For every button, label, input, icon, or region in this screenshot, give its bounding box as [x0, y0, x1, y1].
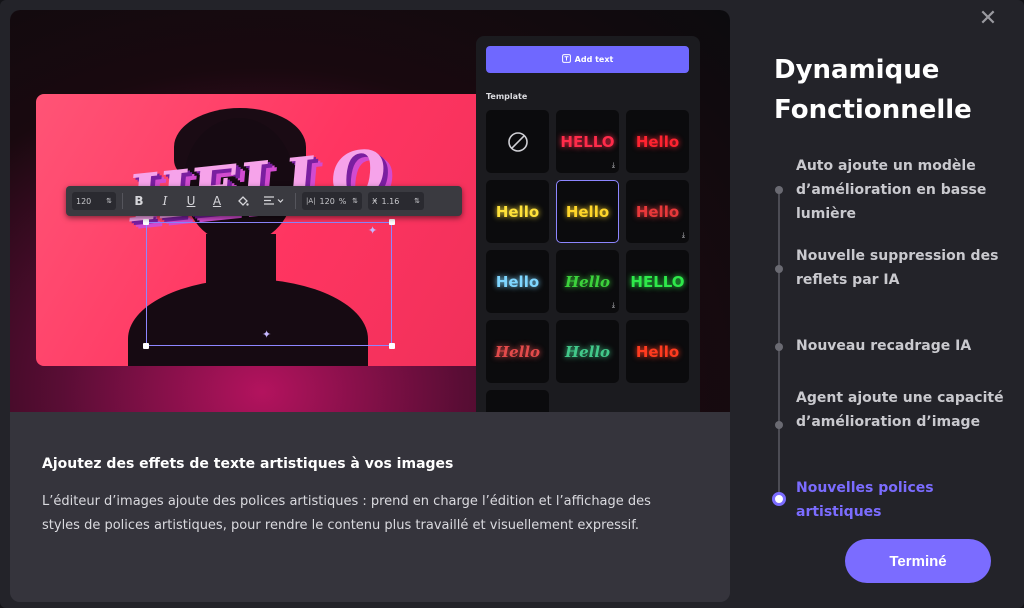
template-text: HELLO: [560, 132, 615, 151]
feature-dot[interactable]: [772, 492, 786, 506]
title-line-2: Fonctionnelle: [774, 95, 972, 125]
template-text: Hello: [635, 132, 680, 151]
feature-item[interactable]: Agent ajoute une capacité d’amélioration…: [796, 386, 1016, 434]
feature-dialog: HELLO ✦ ✦ 120 ⇅ B I U A: [0, 0, 1024, 608]
done-button[interactable]: Terminé: [845, 539, 991, 583]
template-item[interactable]: HELLO: [626, 250, 689, 313]
template-text: HELLO: [630, 272, 685, 291]
template-text: Hello: [495, 202, 540, 221]
feature-item[interactable]: Nouveau recadrage IA: [796, 334, 1016, 358]
template-item[interactable]: [486, 390, 549, 412]
line-height-icon: Ӿ: [372, 196, 378, 206]
none-icon: [507, 131, 528, 152]
download-icon: ⤓: [611, 301, 615, 309]
feature-dot[interactable]: [775, 265, 783, 273]
template-item[interactable]: HELLO ⤓: [556, 110, 619, 173]
sparkle-icon: ✦: [368, 224, 378, 237]
close-icon[interactable]: ✕: [976, 8, 1000, 32]
template-item[interactable]: Hello ⤓: [556, 250, 619, 313]
add-text-button[interactable]: Add text: [486, 46, 689, 73]
download-icon: ⤓: [681, 231, 685, 239]
template-item[interactable]: Hello: [556, 180, 619, 243]
letter-spacing-unit: %: [338, 196, 347, 206]
feature-dot[interactable]: [775, 421, 783, 429]
toolbar-divider: [122, 193, 123, 209]
template-item[interactable]: Hello: [486, 250, 549, 313]
template-text: Hello: [564, 272, 611, 291]
template-item[interactable]: Hello: [626, 320, 689, 383]
font-size-value: 120: [76, 196, 92, 206]
template-panel: Add text Template HELLO ⤓ Hello Hello Hello H…: [476, 36, 700, 412]
font-size-field[interactable]: 120 ⇅: [72, 192, 116, 210]
template-text: Hello: [494, 342, 541, 361]
sparkle-icon: ✦: [262, 328, 272, 341]
caption-body: L’éditeur d’images ajoute des polices ar…: [42, 494, 651, 533]
feature-item[interactable]: Nouvelles polices artistiques: [796, 476, 1016, 524]
template-item[interactable]: Hello: [626, 110, 689, 173]
stepper-icon: ⇅: [352, 197, 358, 205]
template-text: Hello: [635, 342, 680, 361]
template-text: Hello: [635, 202, 680, 221]
template-grid: HELLO ⤓ Hello Hello Hello Hello ⤓ Hello Hello ⤓ HE…: [486, 110, 689, 412]
letter-spacing-value: 120: [319, 196, 335, 206]
underline-icon[interactable]: U: [181, 191, 201, 211]
feature-preview-card: HELLO ✦ ✦ 120 ⇅ B I U A: [10, 10, 730, 602]
template-section-label: Template: [486, 92, 528, 101]
line-height-field[interactable]: Ӿ 1.16 ⇅: [368, 192, 424, 210]
template-text: Hello: [565, 202, 610, 221]
toolbar-divider: [295, 193, 296, 209]
letter-spacing-icon: |A|: [306, 197, 316, 205]
template-item[interactable]: Hello: [486, 320, 549, 383]
feature-item[interactable]: Nouvelle suppression des reflets par IA: [796, 244, 1016, 292]
download-icon: ⤓: [611, 161, 615, 169]
selection-handle-tr[interactable]: [389, 219, 395, 225]
stepper-icon: ⇅: [414, 197, 420, 205]
align-dropdown-icon[interactable]: [259, 191, 289, 211]
feature-item[interactable]: Auto ajoute un modèle d’amélioration en …: [796, 154, 1016, 226]
template-item[interactable]: Hello ⤓: [626, 180, 689, 243]
template-text: Hello: [564, 342, 611, 361]
bold-icon[interactable]: B: [129, 191, 149, 211]
template-item[interactable]: [486, 110, 549, 173]
feature-caption: Ajoutez des effets de texte artistiques …: [10, 412, 730, 602]
add-text-icon: [561, 54, 571, 65]
selection-handle-br[interactable]: [389, 343, 395, 349]
letter-spacing-field[interactable]: |A| 120 % ⇅: [302, 192, 362, 210]
template-text: Hello: [495, 272, 540, 291]
selection-handle-tl[interactable]: [143, 219, 149, 225]
italic-icon[interactable]: I: [155, 191, 175, 211]
feature-dot[interactable]: [775, 186, 783, 194]
caption-title: Ajoutez des effets de texte artistiques …: [42, 456, 454, 472]
text-format-toolbar: 120 ⇅ B I U A |A| 120 % ⇅ Ӿ 1.16 ⇅: [66, 186, 462, 216]
stepper-icon: ⇅: [106, 197, 112, 205]
fill-bucket-icon[interactable]: [233, 191, 253, 211]
text-color-icon[interactable]: A: [207, 191, 227, 211]
title-line-1: Dynamique: [774, 55, 940, 85]
line-height-value: 1.16: [381, 196, 400, 206]
feature-dot[interactable]: [775, 343, 783, 351]
preview-image-area: HELLO ✦ ✦ 120 ⇅ B I U A: [10, 10, 730, 412]
selection-handle-bl[interactable]: [143, 343, 149, 349]
template-item[interactable]: Hello: [486, 180, 549, 243]
add-text-label: Add text: [574, 55, 614, 64]
template-item[interactable]: Hello: [556, 320, 619, 383]
dialog-title: Dynamique Fonctionnelle: [774, 50, 1014, 130]
